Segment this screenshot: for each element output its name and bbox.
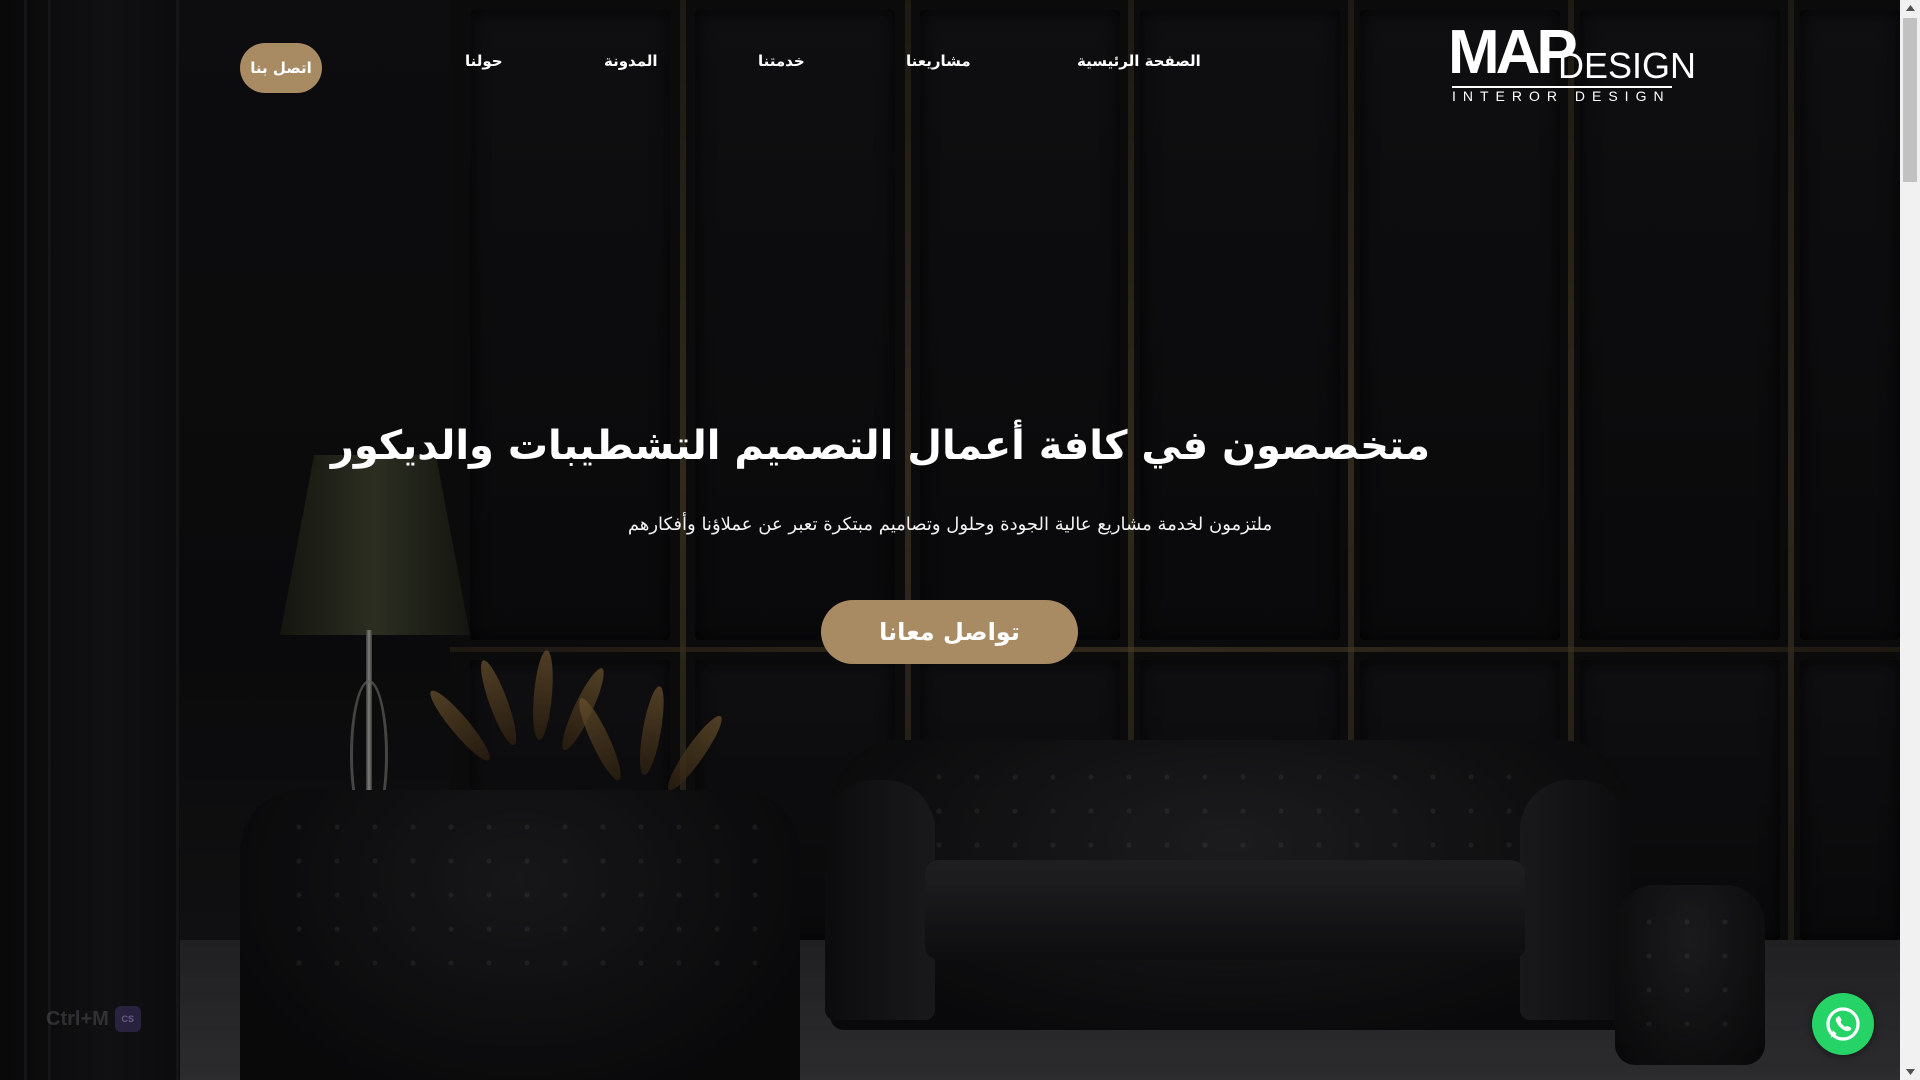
nav-home[interactable]: الصفحة الرئيسية (1077, 52, 1201, 70)
whatsapp-button[interactable] (1812, 993, 1874, 1055)
hero-background-image (0, 0, 1900, 1080)
nav-about[interactable]: حولنا (465, 52, 503, 70)
site-logo[interactable]: MAP DESIGN INTEROR DESIGN (1448, 18, 1696, 104)
logo-tagline: INTEROR DESIGN (1452, 86, 1672, 104)
scroll-down-arrow-icon (1905, 1069, 1915, 1075)
nav-projects[interactable]: مشاريعنا (906, 52, 971, 70)
scrollbar-thumb[interactable] (1903, 18, 1917, 182)
logo-wordmark: MAP (1448, 18, 1578, 87)
nav-services[interactable]: خدمتنا (758, 52, 805, 70)
site-header: MAP DESIGN INTEROR DESIGN الصفحة الرئيسي… (0, 0, 1900, 120)
keyboard-shortcut-hint: Ctrl+M CS (46, 1006, 141, 1032)
shortcut-badge: CS (114, 1006, 141, 1032)
scroll-up-arrow-icon (1905, 5, 1915, 11)
page-scrollbar[interactable] (1900, 0, 1920, 1080)
contact-us-button[interactable]: اتصل بنا (240, 43, 322, 93)
dark-overlay (0, 0, 1900, 1080)
hero-title: متخصصون في كافة أعمال التصميم التشطيبات … (330, 423, 1430, 469)
nav-blog[interactable]: المدونة (604, 52, 658, 70)
hero-subtitle: ملتزمون لخدمة مشاريع عالية الجودة وحلول … (627, 514, 1273, 535)
scroll-down-button[interactable] (1900, 1064, 1920, 1080)
scroll-up-button[interactable] (1900, 0, 1920, 16)
whatsapp-icon (1826, 1007, 1860, 1041)
contact-cta-button[interactable]: تواصل معانا (821, 600, 1078, 664)
logo-design-text: DESIGN (1558, 45, 1697, 86)
shortcut-text: Ctrl+M (46, 1007, 109, 1030)
